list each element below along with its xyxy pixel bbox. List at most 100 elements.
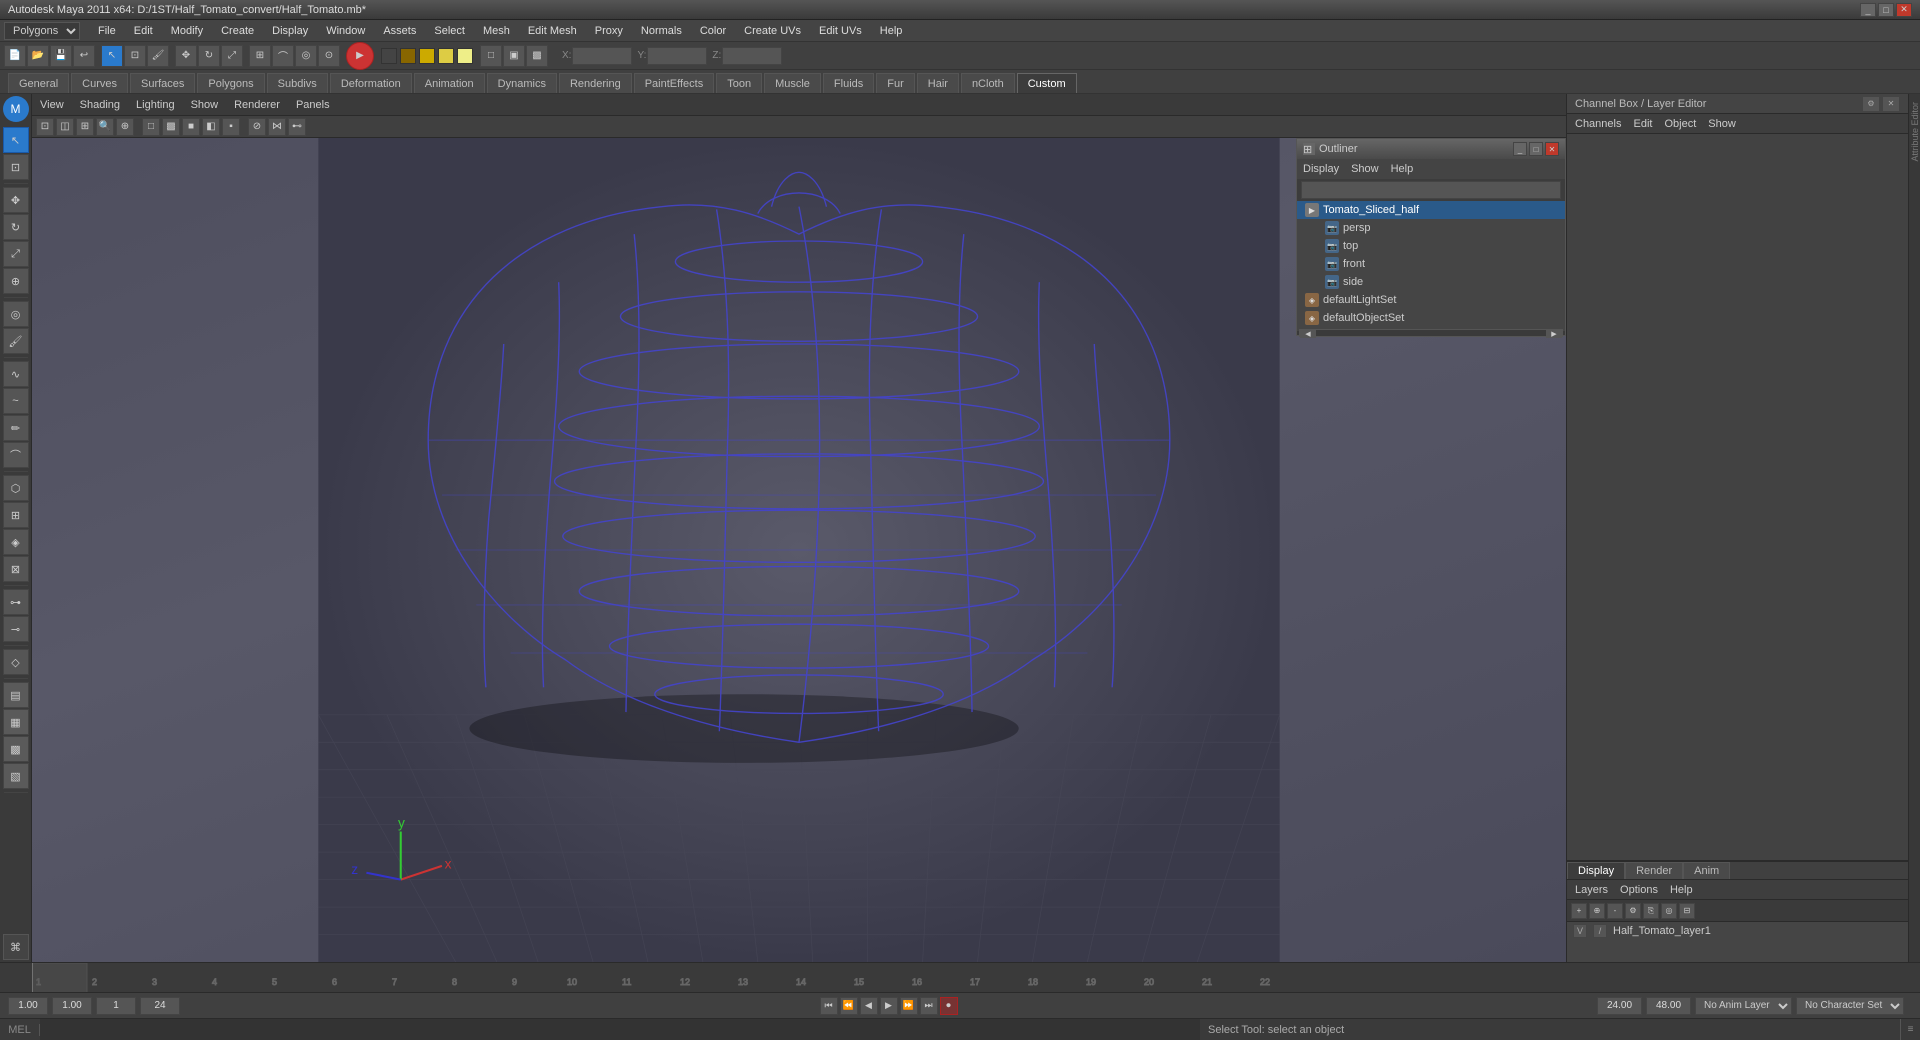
menu-modify[interactable]: Modify bbox=[163, 23, 211, 39]
cluster-tool[interactable]: ◈ bbox=[3, 529, 29, 555]
vp-shading-3[interactable]: ■ bbox=[182, 118, 200, 136]
cb-icon-2[interactable]: ✕ bbox=[1882, 96, 1900, 112]
joint-tool[interactable]: ⊶ bbox=[3, 589, 29, 615]
vp-display-2[interactable]: ⋈ bbox=[268, 118, 286, 136]
tab-muscle[interactable]: Muscle bbox=[764, 73, 821, 93]
component-mode-3[interactable]: ▩ bbox=[3, 736, 29, 762]
display-mode-3[interactable]: ▩ bbox=[526, 45, 548, 67]
viewport-canvas-container[interactable]: x y z ⊞ Outliner _ □ bbox=[32, 138, 1566, 962]
layer-select-objects-btn[interactable]: ◎ bbox=[1661, 903, 1677, 919]
new-scene-btn[interactable]: 📄 bbox=[4, 45, 26, 67]
layer-create-from-selection-btn[interactable]: ⊕ bbox=[1589, 903, 1605, 919]
layer-item-halftomato[interactable]: V / Half_Tomato_layer1 bbox=[1567, 922, 1908, 940]
vp-tool-4[interactable]: 🔍 bbox=[96, 118, 114, 136]
render-btn[interactable]: ▶ bbox=[346, 42, 374, 70]
menu-select[interactable]: Select bbox=[426, 23, 473, 39]
layer-create-btn[interactable]: + bbox=[1571, 903, 1587, 919]
menu-file[interactable]: File bbox=[90, 23, 124, 39]
auto-key-btn[interactable]: ⏺ bbox=[940, 997, 958, 1015]
open-scene-btn[interactable]: 📂 bbox=[27, 45, 49, 67]
display-mode-1[interactable]: □ bbox=[480, 45, 502, 67]
playback-start-field2[interactable]: 1.00 bbox=[52, 997, 92, 1015]
vp-tool-5[interactable]: ⊕ bbox=[116, 118, 134, 136]
tab-hair[interactable]: Hair bbox=[917, 73, 959, 93]
pencil-tool[interactable]: ✏ bbox=[3, 415, 29, 441]
tree-item-front[interactable]: 📷 front bbox=[1297, 255, 1565, 273]
play-back-btn[interactable]: ◀ bbox=[860, 997, 878, 1015]
display-mode-2[interactable]: ▣ bbox=[503, 45, 525, 67]
tree-item-persp[interactable]: 📷 persp bbox=[1297, 219, 1565, 237]
light-btn-2[interactable] bbox=[400, 48, 416, 64]
arc-tool[interactable]: ⌒ bbox=[3, 442, 29, 468]
scale-tool-left[interactable]: ⤢ bbox=[3, 241, 29, 267]
snap-grid-btn[interactable]: ⊞ bbox=[249, 45, 271, 67]
snap-point-btn[interactable]: ◎ bbox=[295, 45, 317, 67]
close-button[interactable]: ✕ bbox=[1896, 3, 1912, 17]
viewport-menu-shading[interactable]: Shading bbox=[80, 99, 120, 111]
tab-dynamics[interactable]: Dynamics bbox=[487, 73, 557, 93]
tree-item-defaultlightset[interactable]: ◈ defaultLightSet bbox=[1297, 291, 1565, 309]
y-field[interactable] bbox=[647, 47, 707, 65]
outliner-menu-display[interactable]: Display bbox=[1303, 163, 1339, 175]
script-editor-btn[interactable]: ≡ bbox=[1900, 1019, 1920, 1040]
viewport-menu-panels[interactable]: Panels bbox=[296, 99, 330, 111]
save-scene-btn[interactable]: 💾 bbox=[50, 45, 72, 67]
range-end-field[interactable]: 48.00 bbox=[1646, 997, 1691, 1015]
curve-tool[interactable]: ∿ bbox=[3, 361, 29, 387]
layer-copy-btn[interactable]: ⎘ bbox=[1643, 903, 1659, 919]
layer-lock-toggle[interactable]: / bbox=[1593, 924, 1607, 938]
tree-item-top[interactable]: 📷 top bbox=[1297, 237, 1565, 255]
viewport-menu-renderer[interactable]: Renderer bbox=[234, 99, 280, 111]
snap-curve-btn[interactable]: ⌒ bbox=[272, 45, 294, 67]
select-tool-btn[interactable]: ↖ bbox=[101, 45, 123, 67]
lattice-tool[interactable]: ⊞ bbox=[3, 502, 29, 528]
scale-tool-btn[interactable]: ⤢ bbox=[221, 45, 243, 67]
move-tool-btn[interactable]: ✥ bbox=[175, 45, 197, 67]
universal-manip[interactable]: ⊕ bbox=[3, 268, 29, 294]
viewport-menu-show[interactable]: Show bbox=[191, 99, 219, 111]
menu-color[interactable]: Color bbox=[692, 23, 734, 39]
outliner-maximize-btn[interactable]: □ bbox=[1529, 142, 1543, 156]
tab-polygons[interactable]: Polygons bbox=[197, 73, 264, 93]
paint-select-btn[interactable]: 🖌 bbox=[147, 45, 169, 67]
select-tool[interactable]: ↖ bbox=[3, 127, 29, 153]
cb-menu-object[interactable]: Object bbox=[1664, 118, 1696, 130]
menu-normals[interactable]: Normals bbox=[633, 23, 690, 39]
outliner-menu-help[interactable]: Help bbox=[1391, 163, 1414, 175]
outliner-hscrollbar[interactable]: ◀ ▶ bbox=[1297, 331, 1565, 335]
z-field[interactable] bbox=[722, 47, 782, 65]
tab-fur[interactable]: Fur bbox=[876, 73, 915, 93]
vp-display-3[interactable]: ⊷ bbox=[288, 118, 306, 136]
go-to-start-btn[interactable]: ⏮ bbox=[820, 997, 838, 1015]
viewport-menu-lighting[interactable]: Lighting bbox=[136, 99, 175, 111]
component-mode-2[interactable]: ▦ bbox=[3, 709, 29, 735]
paint-weights-tool[interactable]: 🖌 bbox=[3, 328, 29, 354]
menu-help[interactable]: Help bbox=[872, 23, 911, 39]
cb-menu-edit[interactable]: Edit bbox=[1633, 118, 1652, 130]
ik-handle-tool[interactable]: ⊸ bbox=[3, 616, 29, 642]
play-forward-btn[interactable]: ▶ bbox=[880, 997, 898, 1015]
tab-deformation[interactable]: Deformation bbox=[330, 73, 412, 93]
range-start-field[interactable]: 24.00 bbox=[1597, 997, 1642, 1015]
vp-tool-1[interactable]: ⊡ bbox=[36, 118, 54, 136]
current-frame-field[interactable]: 1 bbox=[96, 997, 136, 1015]
playback-end-field[interactable]: 24 bbox=[140, 997, 180, 1015]
tab-surfaces[interactable]: Surfaces bbox=[130, 73, 195, 93]
menu-proxy[interactable]: Proxy bbox=[587, 23, 631, 39]
soft-select-tool[interactable]: ◎ bbox=[3, 301, 29, 327]
component-mode-4[interactable]: ▧ bbox=[3, 763, 29, 789]
layer-group-btn[interactable]: ⊟ bbox=[1679, 903, 1695, 919]
menu-mesh[interactable]: Mesh bbox=[475, 23, 518, 39]
undo-btn[interactable]: ↩ bbox=[73, 45, 95, 67]
mel-input-field[interactable] bbox=[40, 1019, 1200, 1040]
menu-create[interactable]: Create bbox=[213, 23, 262, 39]
camera-control[interactable]: ⌘ bbox=[3, 934, 29, 960]
menu-edit-uvs[interactable]: Edit UVs bbox=[811, 23, 870, 39]
tab-toon[interactable]: Toon bbox=[716, 73, 762, 93]
layer-tab-render[interactable]: Render bbox=[1625, 862, 1683, 879]
outliner-menu-show[interactable]: Show bbox=[1351, 163, 1379, 175]
scroll-left-btn[interactable]: ◀ bbox=[1300, 330, 1316, 338]
layer-tab-display[interactable]: Display bbox=[1567, 862, 1625, 879]
menu-assets[interactable]: Assets bbox=[375, 23, 424, 39]
maximize-button[interactable]: □ bbox=[1878, 3, 1894, 17]
